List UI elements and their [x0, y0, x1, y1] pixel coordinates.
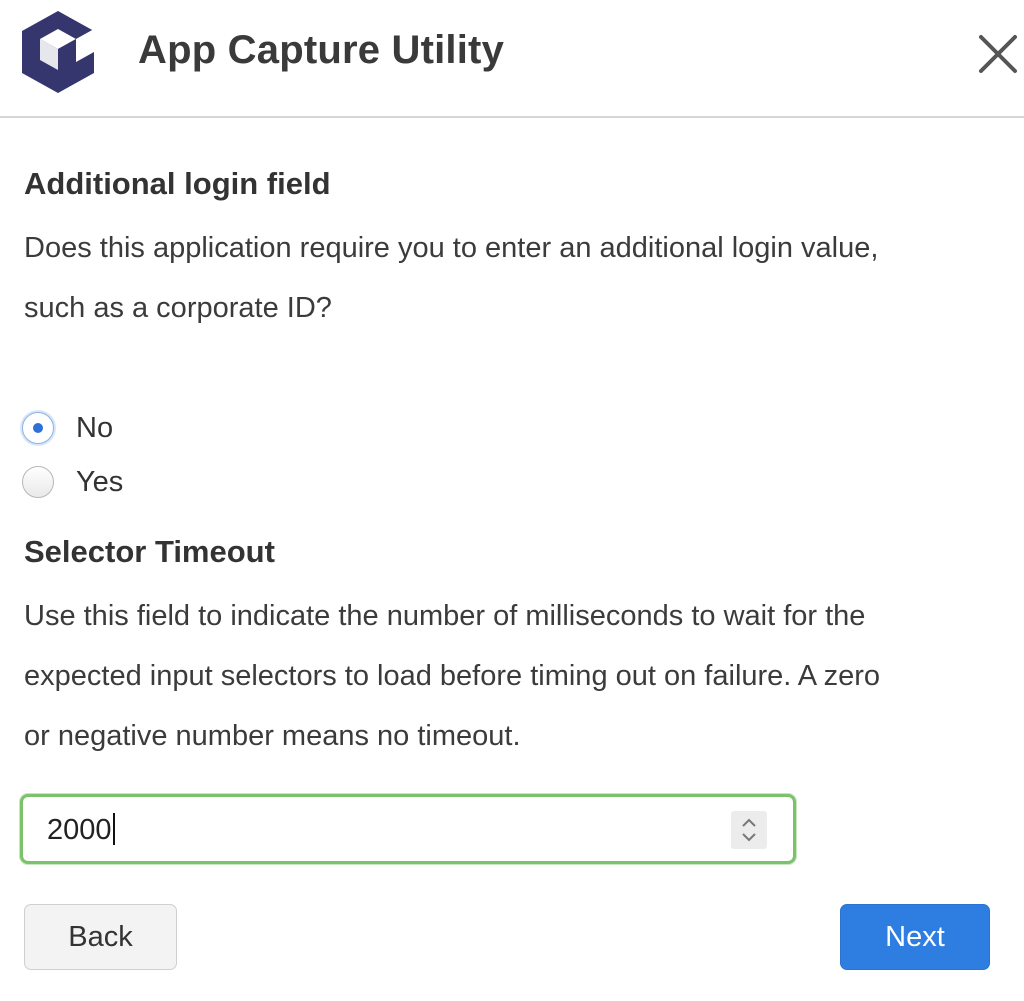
description-line: Does this application require you to ent… — [24, 232, 879, 264]
radio-label-no: No — [76, 411, 114, 444]
timeout-section-title: Selector Timeout — [24, 534, 275, 569]
next-button[interactable]: Next — [840, 904, 990, 970]
close-icon — [979, 35, 1017, 73]
text-cursor — [112, 813, 115, 845]
description-line: such as a corporate ID? — [24, 292, 332, 324]
app-title: App Capture Utility — [138, 28, 505, 72]
description-line: expected input selectors to load before … — [24, 660, 881, 692]
timeout-value: 2000 — [47, 814, 112, 846]
radio-button-no[interactable] — [22, 412, 54, 444]
dialog-header: App Capture Utility — [0, 0, 1024, 118]
spinner-arrows-icon — [742, 818, 756, 842]
back-button[interactable]: Back — [24, 904, 177, 970]
description-line: or negative number means no timeout. — [24, 720, 521, 752]
number-spinner[interactable] — [731, 811, 767, 849]
selector-timeout-input[interactable]: 2000 — [20, 794, 796, 864]
app-capture-dialog: App Capture Utility Additional login fie… — [0, 0, 1024, 1001]
login-section-description: Does this application require you to ent… — [24, 218, 984, 338]
close-button[interactable] — [972, 28, 1024, 80]
radio-label-yes: Yes — [76, 465, 124, 498]
timeout-section-description: Use this field to indicate the number of… — [24, 586, 984, 766]
radio-option-yes[interactable]: Yes — [22, 462, 123, 502]
radio-button-yes[interactable] — [22, 466, 54, 498]
login-section-title: Additional login field — [24, 166, 331, 201]
description-line: Use this field to indicate the number of… — [24, 600, 866, 632]
cube-logo-icon — [22, 11, 94, 93]
radio-selected-dot — [33, 423, 43, 433]
radio-option-no[interactable]: No — [22, 408, 113, 448]
timeout-value-text[interactable]: 2000 — [47, 813, 115, 847]
